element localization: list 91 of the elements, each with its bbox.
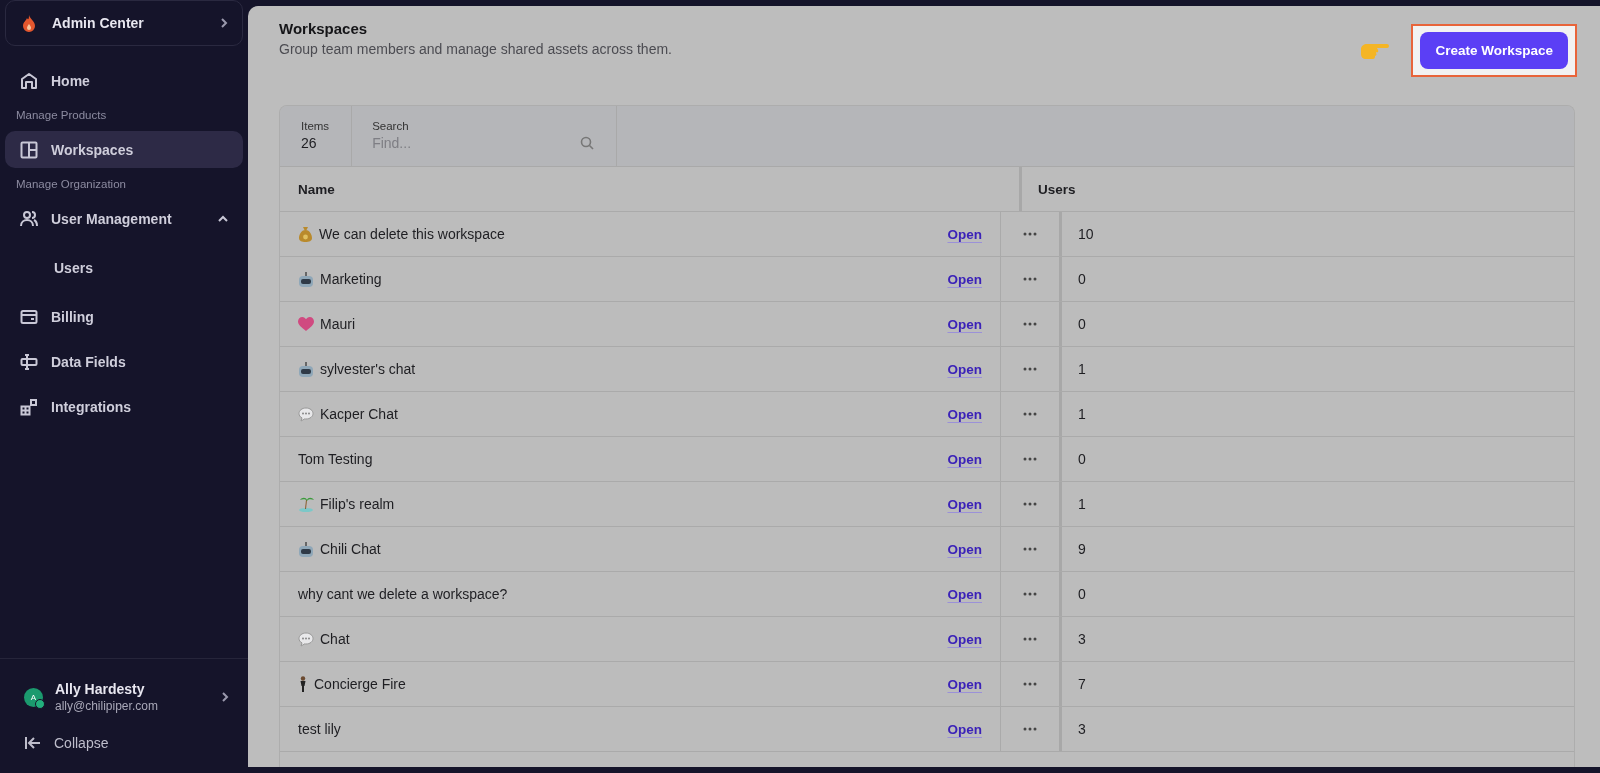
speech-bubble-icon	[298, 406, 314, 422]
nav-item[interactable]: User Management	[5, 200, 243, 237]
chevron-right-icon	[221, 691, 229, 703]
open-link[interactable]: Open	[947, 541, 982, 557]
nav-item[interactable]: Billing	[5, 298, 243, 335]
section-label: Manage Products	[15, 109, 108, 121]
section-label: Manage Organization	[15, 178, 127, 190]
table-cell-text: 0	[1077, 586, 1087, 602]
workspace-switcher[interactable]: Admin Center	[5, 0, 243, 46]
table-cell-text: 3	[1077, 631, 1087, 647]
open-link[interactable]: Open	[947, 406, 982, 422]
more-icon[interactable]	[1023, 412, 1037, 416]
table-cell-text: Tom Testing	[297, 451, 374, 467]
column-header: Name	[298, 181, 335, 197]
table-cell-text: 9	[1077, 541, 1087, 557]
table-cell-text: test lily	[297, 721, 342, 737]
nav-item[interactable]: Workspaces	[5, 131, 243, 168]
speech-bubble-icon	[298, 631, 314, 647]
table-cell-text: 1	[1077, 496, 1087, 512]
money-bag-icon	[298, 226, 313, 242]
search-field[interactable]: Find...	[372, 135, 503, 151]
table-cell-text: 1	[1077, 361, 1087, 377]
open-link[interactable]: Open	[947, 586, 982, 602]
more-icon[interactable]	[1023, 367, 1037, 371]
collapse-button[interactable]: Collapse	[5, 719, 243, 767]
nav-item[interactable]: Data Fields	[5, 343, 243, 380]
user-menu[interactable]: A Ally Hardesty ally@chilipiper.com	[5, 681, 243, 713]
table-cell-text: 3	[1077, 721, 1087, 737]
more-icon[interactable]	[1023, 322, 1037, 326]
person-icon	[298, 676, 308, 692]
heart-icon	[298, 316, 314, 332]
collapse-icon	[24, 735, 42, 751]
table-cell: Filip's realm	[280, 496, 928, 512]
table-cell: Kacper Chat	[280, 406, 928, 422]
create-workspace-button[interactable]: Create Workspace	[1420, 32, 1568, 69]
open-link[interactable]: Open	[947, 361, 982, 377]
more-icon[interactable]	[1023, 232, 1037, 236]
search-label: Search	[372, 120, 410, 132]
robot-icon	[298, 361, 314, 377]
table-cell: We can delete this workspace	[280, 226, 928, 242]
home-icon	[19, 70, 39, 91]
table-cell-text: 1	[1077, 406, 1087, 422]
user-name: Ally Hardesty	[55, 681, 146, 697]
table-cell-text: why cant we delete a workspace?	[297, 586, 509, 602]
more-icon[interactable]	[1023, 682, 1037, 686]
more-icon[interactable]	[1023, 457, 1037, 461]
fields-icon	[19, 351, 39, 372]
table-cell: Chili Chat	[280, 541, 928, 557]
layout-icon	[19, 139, 39, 160]
table-cell: Concierge Fire	[280, 676, 928, 692]
table-cell-text: 7	[1077, 676, 1087, 692]
more-icon[interactable]	[1023, 547, 1037, 551]
table-cell: Chat	[280, 631, 928, 647]
flame-icon	[22, 14, 36, 32]
chevron-right-icon	[220, 17, 228, 29]
open-link[interactable]: Open	[947, 451, 982, 467]
column-header: Users	[1037, 181, 1076, 197]
robot-icon	[298, 271, 314, 287]
table-cell: Marketing	[280, 271, 928, 287]
user-email: ally@chilipiper.com	[55, 699, 159, 713]
open-link[interactable]: Open	[947, 271, 982, 287]
nav-item[interactable]: Home	[5, 62, 243, 99]
table-cell-text: 0	[1077, 271, 1087, 287]
more-icon[interactable]	[1023, 637, 1037, 641]
open-link[interactable]: Open	[947, 631, 982, 647]
more-icon[interactable]	[1023, 277, 1037, 281]
nav-item[interactable]: Integrations	[5, 388, 243, 425]
open-link[interactable]: Open	[947, 496, 982, 512]
integrations-icon	[19, 396, 39, 417]
table-cell: Mauri	[280, 316, 928, 332]
robot-icon	[298, 541, 314, 557]
table-cell-text: 0	[1077, 451, 1087, 467]
palm-island-icon	[298, 496, 314, 512]
open-link[interactable]: Open	[947, 721, 982, 737]
table-cell-text: 10	[1077, 226, 1095, 242]
page-subtitle: Group team members and manage shared assets across them.	[279, 41, 672, 57]
more-icon[interactable]	[1023, 727, 1037, 731]
open-link[interactable]: Open	[947, 316, 982, 332]
more-icon[interactable]	[1023, 502, 1037, 506]
items-label: Items	[301, 120, 330, 132]
users-icon	[19, 208, 39, 229]
open-link[interactable]: Open	[947, 676, 982, 692]
items-count: 26	[301, 135, 318, 151]
open-link[interactable]: Open	[947, 226, 982, 242]
table-cell: sylvester's chat	[280, 361, 928, 377]
nav-item[interactable]: Users	[5, 249, 243, 286]
more-icon[interactable]	[1023, 592, 1037, 596]
table-cell-text: 0	[1077, 316, 1087, 332]
search-icon	[580, 136, 595, 150]
page-title: Workspaces	[279, 20, 369, 37]
avatar: A	[24, 687, 43, 707]
